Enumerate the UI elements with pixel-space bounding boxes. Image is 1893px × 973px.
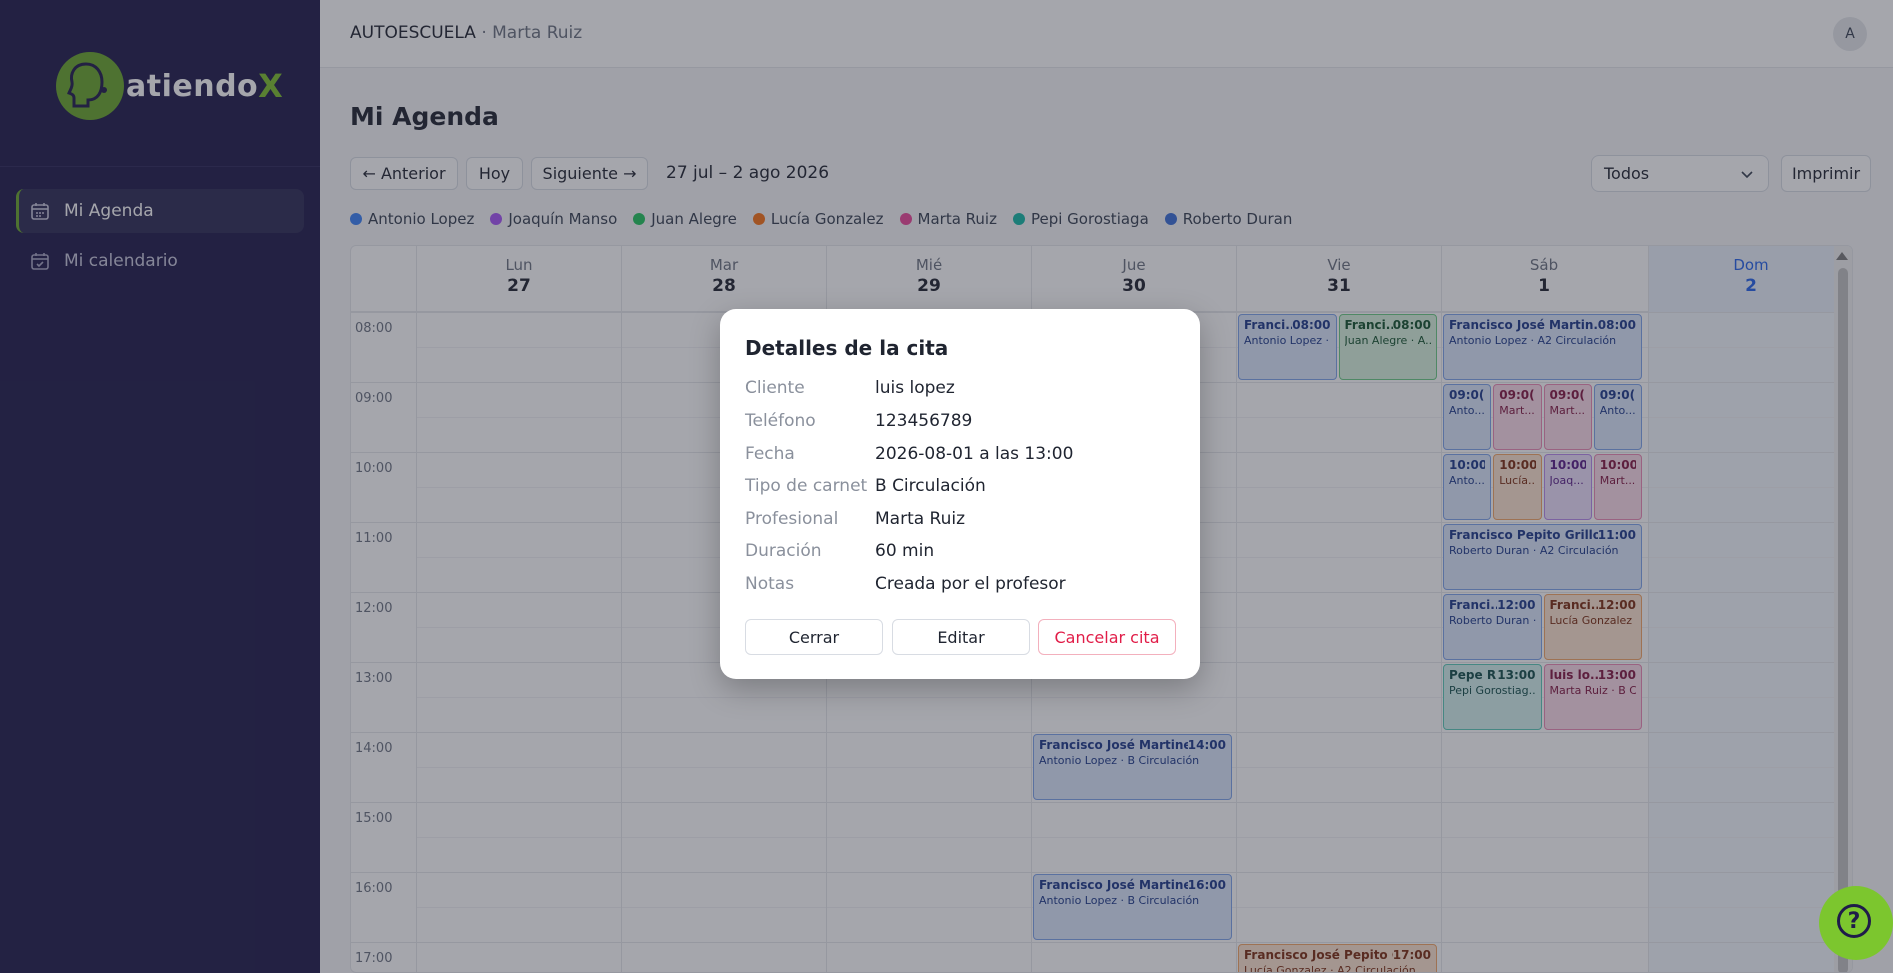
detail-label: Notas bbox=[745, 574, 795, 594]
edit-button[interactable]: Editar bbox=[892, 619, 1030, 655]
detail-value: 2026-08-01 a las 13:00 bbox=[875, 444, 1074, 464]
help-button[interactable]: ? bbox=[1819, 886, 1893, 960]
appointment-details-modal: Detalles de la cita Cliente luis lopez Te… bbox=[720, 309, 1200, 679]
close-button[interactable]: Cerrar bbox=[745, 619, 883, 655]
detail-label: Teléfono bbox=[745, 411, 816, 431]
detail-value: B Circulación bbox=[875, 476, 986, 496]
detail-value: 60 min bbox=[875, 541, 935, 561]
detail-value: luis lopez bbox=[875, 378, 955, 398]
detail-value: Marta Ruiz bbox=[875, 509, 966, 529]
detail-label: Cliente bbox=[745, 378, 805, 398]
detail-label: Tipo de carnet bbox=[745, 476, 868, 496]
question-icon: ? bbox=[1837, 904, 1871, 938]
detail-value: Creada por el profesor bbox=[875, 574, 1066, 594]
cancel-appointment-button[interactable]: Cancelar cita bbox=[1038, 619, 1176, 655]
detail-label: Fecha bbox=[745, 444, 795, 464]
detail-label: Profesional bbox=[745, 509, 839, 529]
detail-value: 123456789 bbox=[875, 411, 973, 431]
modal-title: Detalles de la cita bbox=[745, 336, 949, 360]
detail-label: Duración bbox=[745, 541, 822, 561]
